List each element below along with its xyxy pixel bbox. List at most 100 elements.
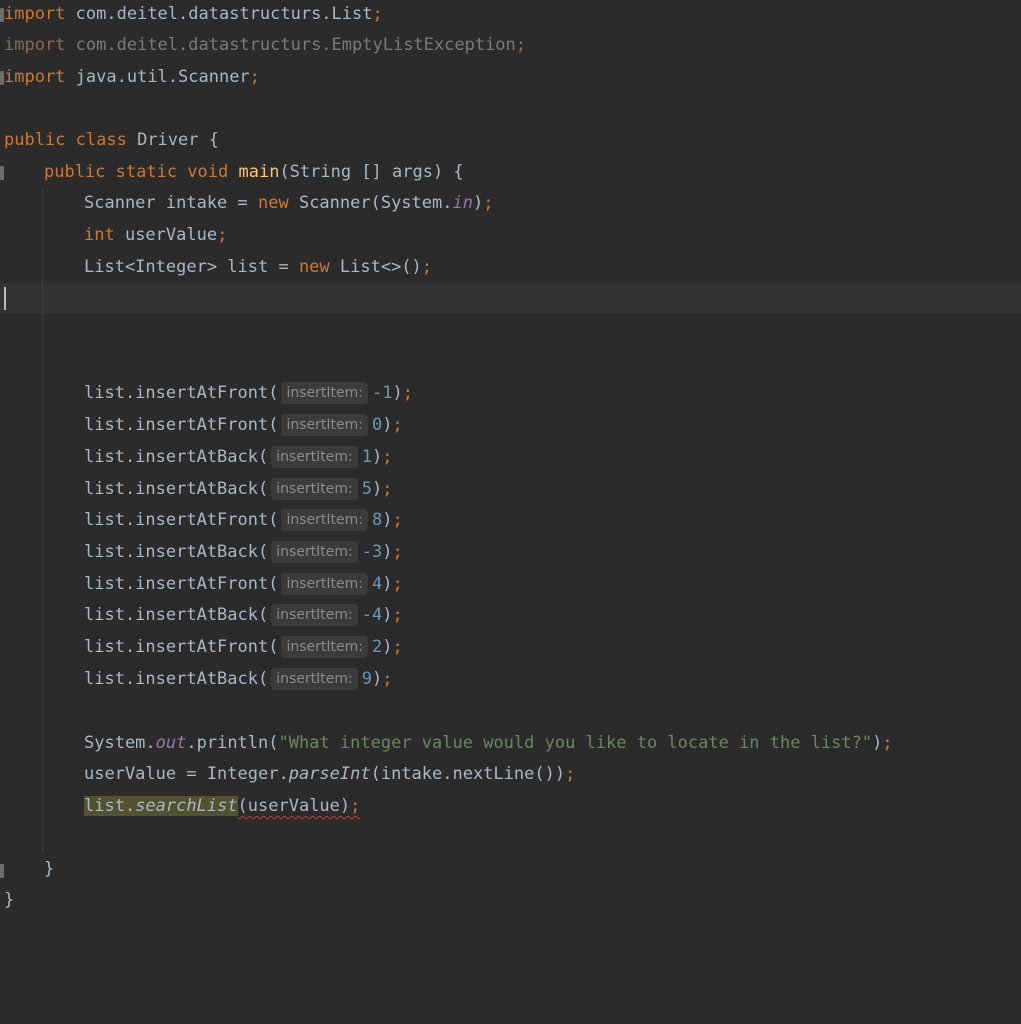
class-closing-brace[interactable]: } <box>4 885 14 916</box>
insert-argument: 8 <box>371 510 383 530</box>
semicolon: ; <box>217 225 228 245</box>
code-editor[interactable]: import com.deitel.datastructurs.List; im… <box>0 0 1021 1024</box>
close-paren: ) <box>392 383 403 403</box>
parse-int-args: (intake.nextLine()) <box>370 764 566 784</box>
parameter-hint: insertItem: <box>281 636 368 658</box>
method-name: main <box>238 162 280 182</box>
semicolon: ; <box>392 415 403 435</box>
insert-call-line[interactable]: list.insertAtFront(insertItem: 2); <box>84 632 403 663</box>
insert-call-line[interactable]: list.insertAtBack(insertItem: 1); <box>84 442 393 473</box>
semicolon: ; <box>392 605 403 625</box>
import-keyword: import <box>4 35 66 55</box>
insert-argument: 9 <box>361 669 372 689</box>
main-method-declaration-line[interactable]: public static void main(String [] args) … <box>44 157 464 188</box>
insert-call-line[interactable]: list.insertAtFront(insertItem: -1); <box>84 378 413 409</box>
insert-call-line[interactable]: list.insertAtFront(insertItem: 4); <box>84 569 403 600</box>
insert-argument: 1 <box>361 447 372 467</box>
close-brace: } <box>44 859 55 879</box>
println-method: .println( <box>186 733 279 753</box>
close-paren: ) <box>472 193 484 213</box>
insert-argument: -4 <box>361 605 383 625</box>
scanner-lhs: Scanner intake = <box>84 193 258 213</box>
class-declaration-line[interactable]: public class Driver { <box>4 125 219 156</box>
close-brace: } <box>4 890 15 910</box>
insert-call-line[interactable]: list.insertAtBack(insertItem: -4); <box>84 600 403 631</box>
semicolon: ; <box>350 796 361 816</box>
insert-method-call: list.insertAtFront( <box>84 383 279 403</box>
semicolon: ; <box>372 4 383 24</box>
import-path: java.util.Scanner <box>75 67 250 87</box>
current-line-highlight <box>0 283 1021 314</box>
semicolon: ; <box>402 383 413 403</box>
search-list-args: (userValue) <box>237 796 351 816</box>
import-line[interactable]: import java.util.Scanner; <box>4 62 260 93</box>
parameter-hint: insertItem: <box>281 382 368 404</box>
list-constructor: List<>() <box>329 257 422 277</box>
fold-marker-icon[interactable] <box>0 166 4 180</box>
parameter-hint: insertItem: <box>281 414 368 436</box>
list-object: list. <box>84 796 136 816</box>
text-caret <box>4 287 6 310</box>
semicolon: ; <box>392 542 403 562</box>
semicolon: ; <box>392 574 403 594</box>
class-modifiers: public class <box>4 130 127 150</box>
int-declaration-line[interactable]: int userValue; <box>84 220 227 251</box>
import-path: com.deitel.datastructurs.List <box>75 4 373 24</box>
import-line-unused[interactable]: import com.deitel.datastructurs.EmptyLis… <box>4 30 526 61</box>
warning-highlight[interactable]: list.searchList <box>84 796 238 816</box>
close-paren: ) <box>382 605 393 625</box>
parse-int-method: parseInt <box>288 764 371 784</box>
println-line[interactable]: System.out.println("What integer value w… <box>84 728 893 759</box>
parse-int-line[interactable]: userValue = Integer.parseInt(intake.next… <box>84 759 575 790</box>
method-params: (String [] args) { <box>279 162 464 182</box>
close-paren: ) <box>372 669 383 689</box>
method-modifiers: public static void <box>44 162 229 182</box>
parameter-hint: insertItem: <box>271 446 358 468</box>
parameter-hint: insertItem: <box>271 541 358 563</box>
semicolon: ; <box>421 257 433 277</box>
insert-argument: -1 <box>371 383 393 403</box>
insert-argument: 4 <box>371 574 383 594</box>
parameter-hint: insertItem: <box>281 573 368 595</box>
scanner-declaration-line[interactable]: Scanner intake = new Scanner(System.in); <box>84 188 493 219</box>
insert-method-call: list.insertAtFront( <box>84 415 279 435</box>
insert-argument: -3 <box>361 542 383 562</box>
semicolon: ; <box>515 35 527 55</box>
system-in-field: in <box>452 193 473 213</box>
semicolon: ; <box>565 764 576 784</box>
error-underline[interactable]: (userValue); <box>238 796 361 816</box>
int-keyword: int <box>84 225 115 245</box>
insert-argument: 2 <box>371 637 383 657</box>
insert-call-line[interactable]: list.insertAtBack(insertItem: -3); <box>84 537 403 568</box>
system-prefix: System. <box>84 733 156 753</box>
insert-method-call: list.insertAtBack( <box>84 479 269 499</box>
semicolon: ; <box>392 637 403 657</box>
fold-marker-icon[interactable] <box>0 864 4 878</box>
insert-call-line[interactable]: list.insertAtFront(insertItem: 0); <box>84 410 403 441</box>
parameter-hint: insertItem: <box>271 478 358 500</box>
insert-call-line[interactable]: list.insertAtFront(insertItem: 8); <box>84 505 403 536</box>
import-keyword: import <box>4 67 66 87</box>
import-path: com.deitel.datastructurs.EmptyListExcept… <box>75 35 516 55</box>
parameter-hint: insertItem: <box>271 668 358 690</box>
assignment-prefix: userValue = Integer. <box>84 764 289 784</box>
search-list-line[interactable]: list.searchList(userValue); <box>84 791 360 822</box>
list-declaration-line[interactable]: List<Integer> list = new List<>(); <box>84 252 432 283</box>
insert-call-line[interactable]: list.insertAtBack(insertItem: 9); <box>84 664 393 695</box>
insert-method-call: list.insertAtFront( <box>84 510 279 530</box>
method-closing-brace[interactable]: } <box>44 854 54 885</box>
close-paren: ) <box>382 542 393 562</box>
semicolon: ; <box>483 193 494 213</box>
semicolon: ; <box>882 733 893 753</box>
insert-method-call: list.insertAtBack( <box>84 447 269 467</box>
new-keyword: new <box>298 257 330 277</box>
insert-call-line[interactable]: list.insertAtBack(insertItem: 5); <box>84 474 393 505</box>
variable-name: userValue <box>114 225 218 245</box>
close-paren: ) <box>372 479 383 499</box>
close-paren: ) <box>382 510 393 530</box>
close-paren: ) <box>382 574 393 594</box>
close-paren: ) <box>872 733 883 753</box>
import-line[interactable]: import com.deitel.datastructurs.List; <box>4 0 383 30</box>
insert-argument: 0 <box>371 415 383 435</box>
semicolon: ; <box>249 67 260 87</box>
